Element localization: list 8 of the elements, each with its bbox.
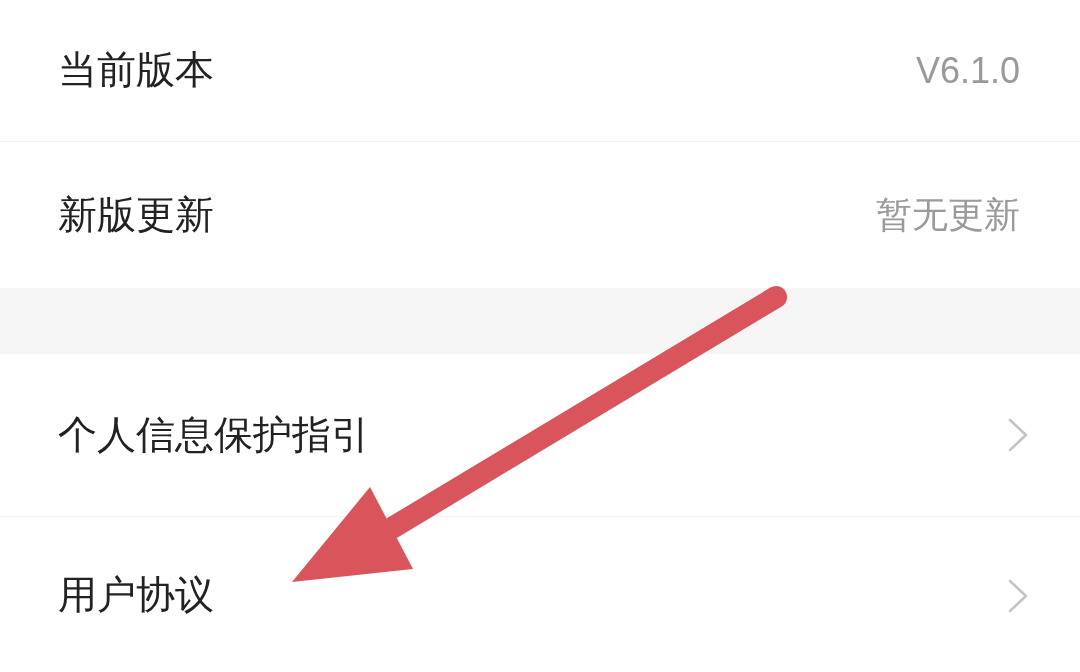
setting-label: 当前版本 (58, 47, 214, 94)
chevron-right-icon[interactable] (1008, 578, 1028, 613)
chevron-right-icon[interactable] (1008, 418, 1028, 452)
setting-value: V6.1.0 (915, 48, 1020, 93)
setting-label: 新版更新 (58, 191, 214, 238)
setting-value: 暂无更新 (876, 193, 1020, 237)
setting-label: 用户协议 (58, 572, 214, 619)
setting-label: 个人信息保护指引 (58, 411, 370, 458)
